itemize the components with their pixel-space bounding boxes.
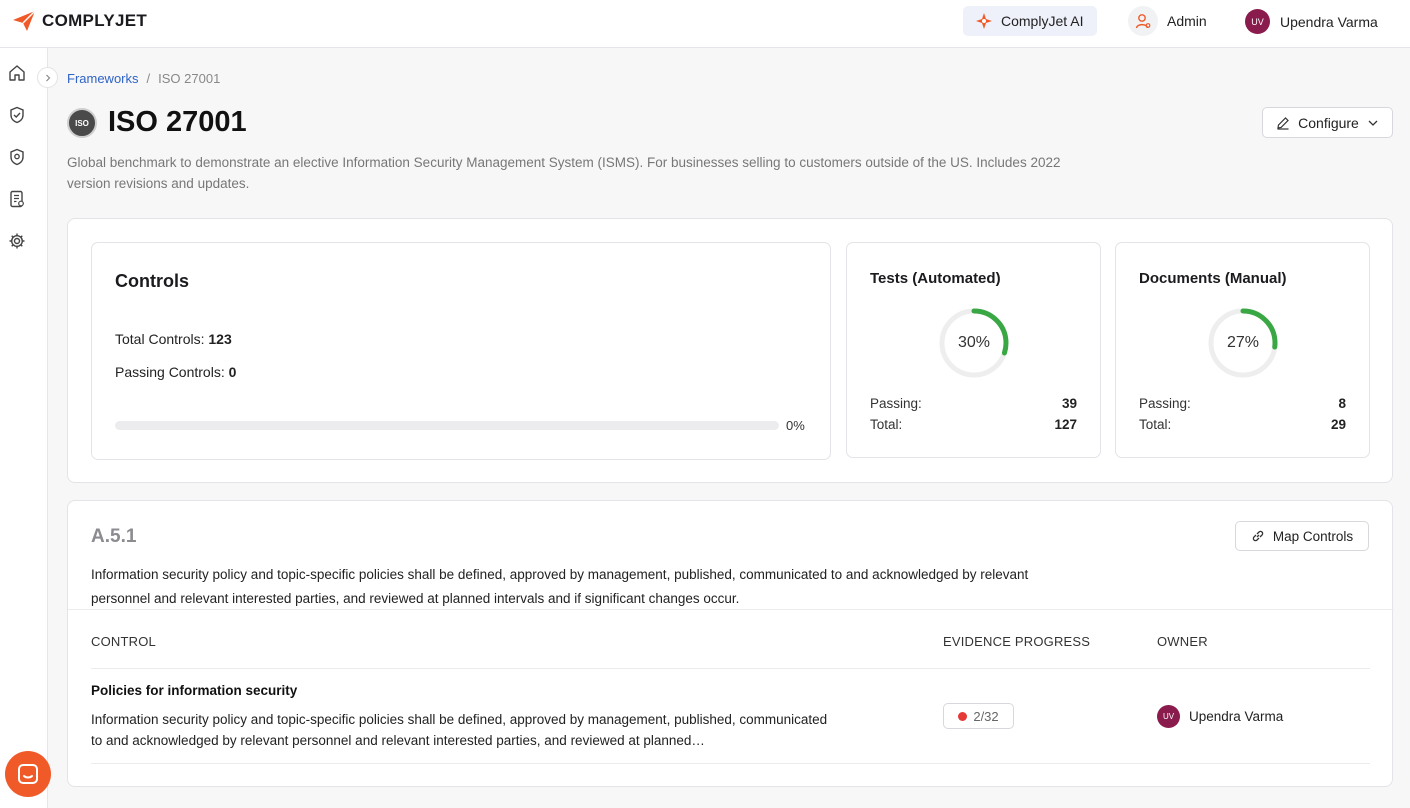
documents-percent: 27% <box>1226 334 1260 351</box>
breadcrumb-current: ISO 27001 <box>158 71 221 86</box>
chat-icon <box>18 764 38 784</box>
status-dot-icon <box>958 711 968 721</box>
framework-description: Global benchmark to demonstrate an elect… <box>67 155 1061 191</box>
page-title: ISO 27001 <box>108 106 247 138</box>
passing-controls-label: Passing Controls: <box>115 364 225 380</box>
tests-total-value: 127 <box>1054 417 1077 432</box>
row-divider <box>91 763 1370 764</box>
section-id: A.5.1 <box>91 526 137 547</box>
chevron-right-icon <box>45 74 50 81</box>
gear-icon[interactable] <box>8 232 26 250</box>
passing-controls-value: 0 <box>228 364 237 380</box>
stats-panel: Controls Total Controls: 123 Passing Con… <box>67 218 1393 483</box>
breadcrumb-separator: / <box>146 71 151 86</box>
report-icon[interactable] <box>8 190 26 208</box>
admin-button[interactable]: Admin <box>1128 6 1207 36</box>
configure-label: Configure <box>1298 114 1359 131</box>
owner-cell: UV Upendra Varma <box>1157 705 1283 728</box>
chat-launcher-button[interactable] <box>5 751 51 797</box>
owner-avatar: UV <box>1157 705 1180 728</box>
evidence-progress-badge[interactable]: 2/32 <box>943 703 1014 729</box>
admin-label: Admin <box>1167 13 1207 29</box>
documents-passing-label: Passing: <box>1139 396 1191 411</box>
sparkle-icon <box>976 13 992 29</box>
user-name: Upendra Varma <box>1280 13 1378 30</box>
documents-card: Documents (Manual) 27% Passing: 8 Total:… <box>1115 242 1370 458</box>
column-header-owner: OWNER <box>1157 634 1208 649</box>
link-icon <box>1252 530 1264 542</box>
sidebar-expand-button[interactable] <box>37 67 58 88</box>
shield-check-icon[interactable] <box>8 106 26 124</box>
breadcrumb: Frameworks / ISO 27001 <box>67 71 220 86</box>
chevron-down-icon <box>1368 120 1378 126</box>
tests-passing-value: 39 <box>1061 396 1077 411</box>
avatar: UV <box>1245 9 1270 34</box>
controls-progress-bar <box>115 421 779 430</box>
home-icon[interactable] <box>8 64 26 82</box>
sidebar <box>0 48 48 808</box>
total-controls-label: Total Controls: <box>115 331 205 347</box>
section-description: Information security policy and topic-sp… <box>91 567 1029 606</box>
tests-percent: 30% <box>957 334 991 351</box>
header-divider <box>91 668 1370 669</box>
owner-name: Upendra Varma <box>1189 709 1284 724</box>
documents-total-label: Total: <box>1139 417 1172 432</box>
controls-card: Controls Total Controls: 123 Passing Con… <box>91 242 831 460</box>
total-controls-value: 123 <box>208 331 232 347</box>
iso-logo: ISO <box>67 108 97 138</box>
complyjet-ai-button[interactable]: ComplyJet AI <box>963 6 1097 36</box>
breadcrumb-frameworks[interactable]: Frameworks <box>67 71 139 86</box>
iso-logo-text: ISO <box>75 118 89 128</box>
map-controls-label: Map Controls <box>1272 528 1354 544</box>
control-section-panel: A.5.1 Map Controls Information security … <box>67 500 1394 787</box>
tests-passing-label: Passing: <box>870 396 922 411</box>
evidence-progress-value: 2/32 <box>973 708 999 724</box>
map-controls-button[interactable]: Map Controls <box>1235 521 1369 551</box>
documents-title: Documents (Manual) <box>1139 270 1287 287</box>
paper-plane-icon <box>13 10 36 31</box>
control-title[interactable]: Policies for information security <box>91 683 297 698</box>
controls-title: Controls <box>115 271 189 291</box>
total-controls: Total Controls: 123 <box>115 331 232 347</box>
pencil-icon <box>1277 116 1289 130</box>
brand-name: COMPLYJET <box>42 11 148 30</box>
configure-button[interactable]: Configure <box>1262 107 1393 138</box>
admin-avatar <box>1128 6 1158 36</box>
shield-icon[interactable] <box>8 148 26 166</box>
ai-label: ComplyJet AI <box>1001 13 1084 29</box>
documents-passing-value: 8 <box>1338 396 1346 411</box>
section-divider <box>68 609 1394 610</box>
brand-logo[interactable]: COMPLYJET <box>12 10 147 32</box>
control-description: Information security policy and topic-sp… <box>91 712 828 748</box>
controls-progress-percent: 0% <box>786 418 805 433</box>
column-header-control: CONTROL <box>91 634 156 649</box>
user-menu[interactable]: UV Upendra Varma <box>1245 9 1378 34</box>
tests-total-label: Total: <box>870 417 903 432</box>
tests-title: Tests (Automated) <box>870 270 1001 287</box>
documents-total-value: 29 <box>1330 417 1346 432</box>
top-bar: COMPLYJET ComplyJet AI Admin UV Upendra … <box>0 0 1410 48</box>
column-header-evidence-progress: EVIDENCE PROGRESS <box>943 634 1091 649</box>
tests-card: Tests (Automated) 30% Passing: 39 Total:… <box>846 242 1101 458</box>
passing-controls: Passing Controls: 0 <box>115 364 236 380</box>
user-admin-icon <box>1135 14 1151 29</box>
